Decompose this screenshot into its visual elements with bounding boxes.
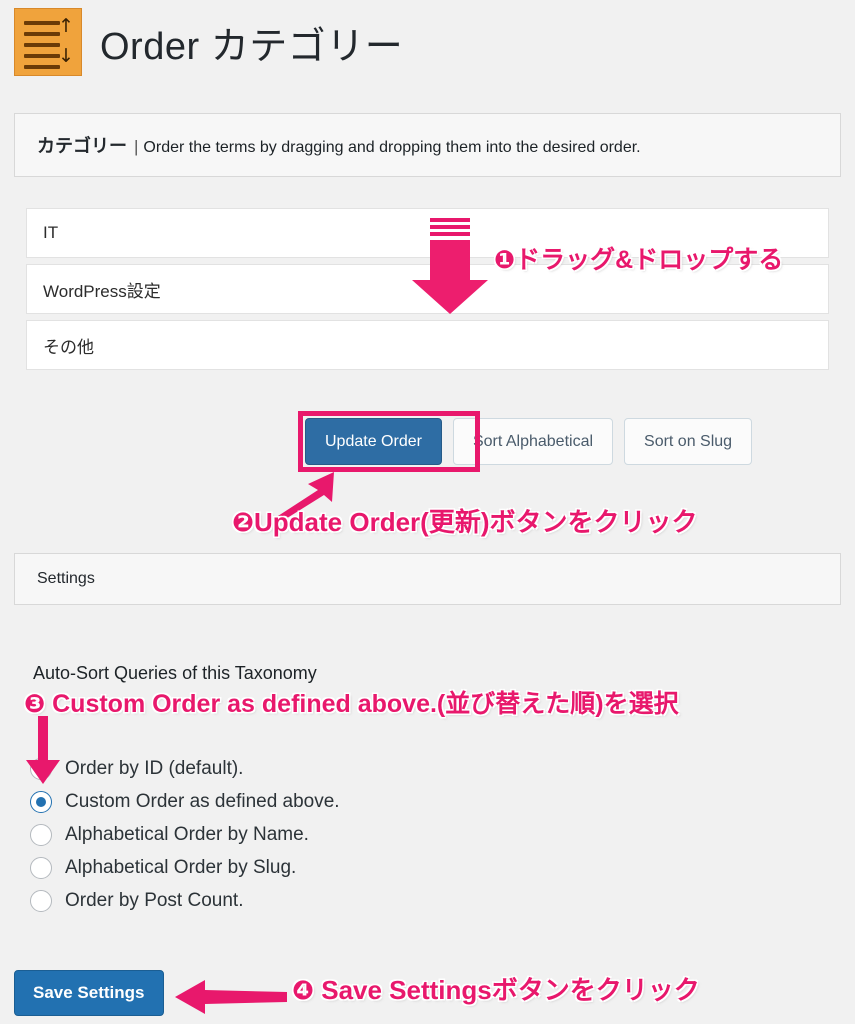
radio-icon-selected[interactable] — [30, 790, 52, 813]
radio-icon[interactable] — [30, 823, 52, 846]
radio-label: Order by ID (default). — [65, 757, 244, 779]
update-order-pointer-arrow-icon — [278, 472, 334, 520]
radio-alphabetical-slug[interactable]: Alphabetical Order by Slug. — [30, 851, 340, 884]
update-order-button[interactable]: Update Order — [305, 418, 442, 465]
page-header: ↑ ↓ Order カテゴリー — [14, 8, 403, 76]
radio-icon[interactable] — [30, 856, 52, 879]
save-settings-left-arrow-icon — [175, 980, 287, 1014]
radio-icon[interactable] — [30, 889, 52, 912]
radio-post-count[interactable]: Order by Post Count. — [30, 884, 340, 917]
taxonomy-separator: | — [134, 137, 139, 156]
radio-label: Custom Order as defined above. — [65, 790, 340, 812]
radio-label: Alphabetical Order by Slug. — [65, 856, 297, 878]
term-name: WordPress設定 — [43, 281, 161, 301]
taxonomy-description: Order the terms by dragging and dropping… — [143, 139, 641, 156]
save-settings-button[interactable]: Save Settings — [14, 970, 164, 1016]
order-list-updown-icon: ↑ ↓ — [14, 8, 82, 76]
list-item[interactable]: その他 — [26, 320, 829, 370]
term-name: IT — [43, 223, 59, 242]
radio-label: Alphabetical Order by Name. — [65, 823, 309, 845]
list-item[interactable]: IT — [26, 208, 829, 258]
term-name: その他 — [43, 337, 94, 357]
autosort-radio-group[interactable]: Order by ID (default). Custom Order as d… — [30, 752, 340, 917]
annotation-step-2: ❷Update Order(更新)ボタンをクリック — [232, 507, 698, 537]
radio-custom-order[interactable]: Custom Order as defined above. — [30, 785, 340, 818]
radio-label: Order by Post Count. — [65, 889, 244, 911]
radio-alphabetical-name[interactable]: Alphabetical Order by Name. — [30, 818, 340, 851]
settings-label: Settings — [37, 570, 95, 587]
sort-alphabetical-button[interactable]: Sort Alphabetical — [452, 418, 614, 465]
taxonomy-description-panel: カテゴリー | Order the terms by dragging and dr… — [14, 113, 841, 177]
taxonomy-label: カテゴリー — [37, 136, 127, 156]
sort-on-slug-button[interactable]: Sort on Slug — [624, 418, 753, 465]
annotation-step-3: ❸ Custom Order as defined above.(並び替えた順)… — [24, 690, 679, 718]
annotation-step-4: ❹ Save Settingsボタンをクリック — [292, 975, 700, 1005]
list-item[interactable]: WordPress設定 — [26, 264, 829, 314]
sortable-term-list[interactable]: IT WordPress設定 その他 — [26, 208, 829, 376]
radio-icon[interactable] — [30, 757, 52, 780]
order-action-buttons: Update Order Sort Alphabetical Sort on S… — [305, 418, 753, 465]
page-title: Order カテゴリー — [100, 25, 404, 68]
radio-order-by-id[interactable]: Order by ID (default). — [30, 752, 340, 785]
autosort-title: Auto-Sort Queries of this Taxonomy — [33, 663, 317, 683]
settings-panel: Settings — [14, 553, 841, 605]
